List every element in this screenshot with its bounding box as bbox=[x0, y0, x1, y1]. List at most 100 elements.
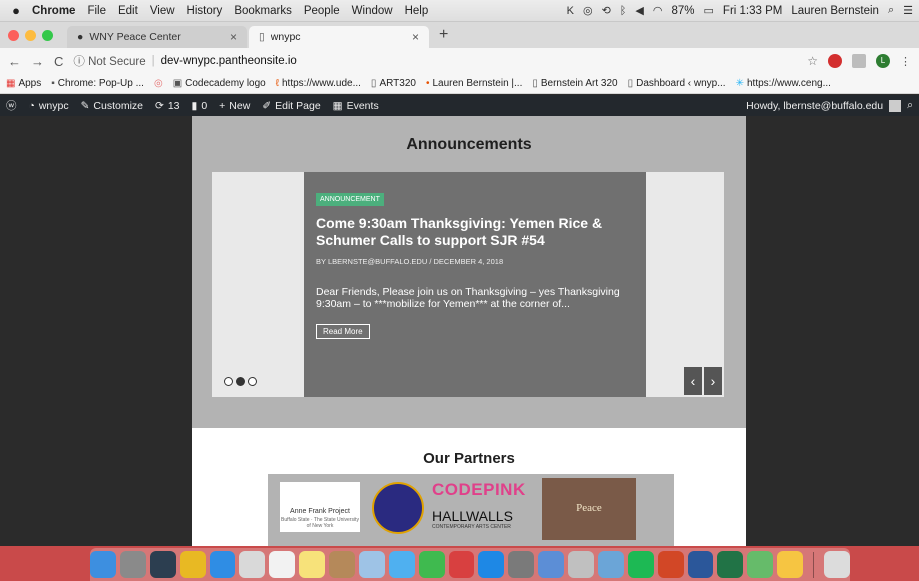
menu-kebab-icon[interactable]: ⋮ bbox=[900, 55, 911, 68]
security-indicator[interactable]: ⓘ Not Secure bbox=[73, 53, 145, 69]
category-badge[interactable]: ANNOUNCEMENT bbox=[316, 193, 384, 206]
mission-control-icon[interactable] bbox=[149, 551, 176, 578]
menu-view[interactable]: View bbox=[150, 5, 175, 17]
finder-icon[interactable] bbox=[90, 551, 116, 578]
photo-booth-icon[interactable] bbox=[448, 551, 475, 578]
forward-button[interactable]: → bbox=[31, 54, 44, 69]
bookmark-codecademy[interactable]: ▣ Codecademy logo bbox=[173, 78, 266, 89]
messages-icon[interactable] bbox=[388, 551, 415, 578]
bookmark-apps[interactable]: ▦ Apps bbox=[6, 78, 41, 89]
bookmark-chrome-popup[interactable]: ▪ Chrome: Pop-Up ... bbox=[51, 78, 144, 89]
safari-icon[interactable] bbox=[209, 551, 236, 578]
wifi-icon[interactable]: ◠ bbox=[653, 4, 663, 17]
battery-icon[interactable]: ▭ bbox=[704, 4, 714, 17]
bookmark-star-icon[interactable]: ☆ bbox=[807, 54, 818, 68]
adblock-icon[interactable] bbox=[828, 54, 842, 68]
menu-window[interactable]: Window bbox=[352, 5, 393, 17]
help-icon[interactable] bbox=[568, 551, 594, 578]
time-machine-icon[interactable]: ⟲ bbox=[602, 4, 611, 17]
menu-edit[interactable]: Edit bbox=[118, 5, 138, 17]
spotlight-search-icon[interactable]: ⌕ bbox=[888, 4, 894, 17]
calendar-icon[interactable] bbox=[269, 551, 296, 578]
hallwalls-logo[interactable]: HALLWALLS CONTEMPORARY ARTS CENTER bbox=[432, 508, 513, 530]
bookmark-lauren-bernstein[interactable]: • Lauren Bernstein |... bbox=[426, 78, 522, 89]
close-window-button[interactable] bbox=[8, 29, 19, 41]
url-text[interactable]: dev-wnypc.pantheonsite.io bbox=[161, 55, 297, 67]
atom-icon[interactable] bbox=[747, 551, 774, 578]
chevron-right-icon[interactable]: › bbox=[704, 367, 722, 395]
read-more-button[interactable]: Read More bbox=[316, 324, 370, 339]
volume-icon[interactable]: ◀ bbox=[635, 4, 643, 17]
slider-dot-2[interactable] bbox=[236, 377, 245, 386]
user-name[interactable]: Lauren Bernstein bbox=[791, 5, 879, 17]
wp-account[interactable]: Howdy, lbernste@buffalo.edu ⌕ bbox=[746, 99, 913, 112]
wp-comments-link[interactable]: ▮ 0 bbox=[192, 100, 208, 112]
wp-customize-link[interactable]: ✎ Customize bbox=[81, 100, 143, 112]
battery-percent[interactable]: 87% bbox=[671, 5, 694, 17]
wp-events-link[interactable]: ▦ Events bbox=[333, 100, 379, 112]
menu-people[interactable]: People bbox=[304, 5, 340, 17]
image-capture-icon[interactable] bbox=[597, 551, 624, 578]
cyberduck-icon[interactable] bbox=[777, 551, 804, 578]
menu-help[interactable]: Help bbox=[405, 5, 429, 17]
minimize-window-button[interactable] bbox=[25, 29, 36, 41]
tab-wnypc[interactable]: ▯ wnypc × bbox=[249, 26, 429, 48]
notes-icon[interactable] bbox=[299, 551, 326, 578]
menu-bookmarks[interactable]: Bookmarks bbox=[234, 5, 292, 17]
wordpress-logo-icon[interactable]: ⓦ bbox=[6, 98, 17, 113]
post-title[interactable]: Come 9:30am Thanksgiving: Yemen Rice & S… bbox=[316, 215, 606, 249]
bookmark-art320[interactable]: ▯ ART320 bbox=[371, 78, 416, 89]
app-store-icon[interactable] bbox=[478, 551, 505, 578]
new-tab-button[interactable]: + bbox=[431, 26, 456, 48]
close-tab-icon[interactable]: × bbox=[230, 30, 237, 44]
bluetooth-icon[interactable]: ᛒ bbox=[620, 5, 627, 17]
tab-wny-peace-center[interactable]: ● WNY Peace Center × bbox=[67, 26, 247, 48]
peace-logo[interactable]: Peace bbox=[542, 478, 636, 540]
photos-icon[interactable] bbox=[239, 551, 266, 578]
wp-site-link[interactable]: ◔ wnypc bbox=[29, 100, 69, 112]
excel-icon[interactable] bbox=[717, 551, 744, 578]
reload-button[interactable]: C bbox=[54, 54, 63, 69]
bookmark-unnamed[interactable]: ◎ bbox=[154, 78, 163, 89]
menu-history[interactable]: History bbox=[187, 5, 223, 17]
apple-menu-icon[interactable]: ● bbox=[6, 3, 26, 18]
kite-icon[interactable]: K bbox=[567, 5, 574, 17]
launchpad-icon[interactable] bbox=[119, 551, 146, 578]
udemy-icon: ℓ bbox=[275, 78, 279, 89]
facetime-icon[interactable] bbox=[418, 551, 445, 578]
powerpoint-icon[interactable] bbox=[657, 551, 684, 578]
chevron-left-icon[interactable]: ‹ bbox=[684, 367, 702, 395]
partner-circle-logo[interactable] bbox=[372, 482, 424, 534]
menu-app-chrome[interactable]: Chrome bbox=[32, 5, 75, 17]
slider-dot-3[interactable] bbox=[248, 377, 257, 386]
trash-icon[interactable] bbox=[824, 551, 850, 578]
wp-edit-page-link[interactable]: ✐ Edit Page bbox=[262, 100, 320, 112]
system-prefs-icon[interactable] bbox=[508, 551, 535, 578]
chrome-icon[interactable] bbox=[179, 551, 206, 578]
spotify-icon[interactable] bbox=[627, 551, 654, 578]
extension-icon[interactable] bbox=[852, 54, 866, 68]
menu-file[interactable]: File bbox=[87, 5, 106, 17]
address-bar[interactable]: ⓘ Not Secure | dev-wnypc.pantheonsite.io bbox=[73, 51, 797, 71]
siri-icon[interactable] bbox=[538, 551, 565, 578]
wp-updates-link[interactable]: ⟳ 13 bbox=[155, 100, 180, 112]
preview-icon[interactable] bbox=[358, 551, 385, 578]
clock[interactable]: Fri 1:33 PM bbox=[723, 5, 782, 17]
bookmark-udemy[interactable]: ℓ https://www.ude... bbox=[276, 78, 361, 89]
zoom-window-button[interactable] bbox=[42, 29, 53, 41]
search-icon[interactable]: ⌕ bbox=[907, 99, 913, 112]
contacts-icon[interactable] bbox=[329, 551, 355, 578]
back-button[interactable]: ← bbox=[8, 54, 21, 69]
anne-frank-project-logo[interactable]: Anne Frank Project Buffalo State · The S… bbox=[280, 482, 360, 532]
close-tab-icon[interactable]: × bbox=[412, 30, 419, 44]
bookmark-dashboard[interactable]: ▯ Dashboard ‹ wnyp... bbox=[628, 78, 726, 89]
codepink-logo[interactable]: CODEPINK bbox=[432, 480, 526, 500]
wp-new-link[interactable]: + New bbox=[219, 100, 250, 112]
slider-dot-1[interactable] bbox=[224, 377, 233, 386]
bookmark-ceng[interactable]: ✳ https://www.ceng... bbox=[736, 78, 831, 89]
creative-cloud-icon[interactable]: ◎ bbox=[583, 4, 593, 17]
bookmark-bernstein-art320[interactable]: ▯ Bernstein Art 320 bbox=[532, 78, 617, 89]
profile-avatar[interactable]: L bbox=[876, 54, 890, 68]
notification-center-icon[interactable]: ☰ bbox=[903, 4, 913, 17]
word-icon[interactable] bbox=[687, 551, 714, 578]
